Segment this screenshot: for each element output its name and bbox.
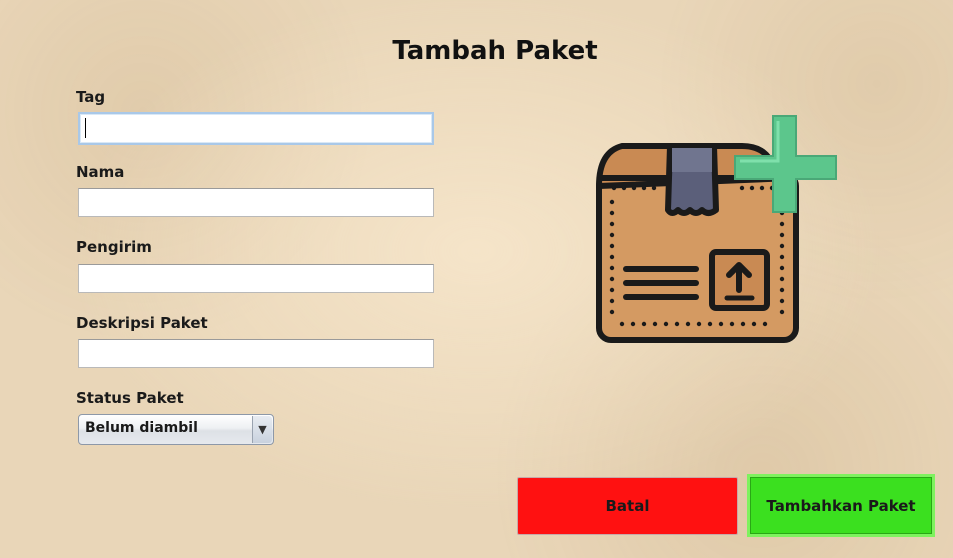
text-caret <box>85 118 86 138</box>
status-label: Status Paket <box>76 389 184 407</box>
pengirim-label: Pengirim <box>76 238 152 256</box>
cancel-button-label: Batal <box>605 497 650 515</box>
cancel-button[interactable]: Batal <box>517 477 738 535</box>
add-package-button[interactable]: Tambahkan Paket <box>747 474 935 537</box>
dropdown-arrow-icon[interactable]: ▼ <box>252 416 272 443</box>
page-title: Tambah Paket <box>392 36 598 66</box>
tag-input[interactable] <box>78 112 434 145</box>
status-select[interactable]: Belum diambil ▼ <box>78 414 274 445</box>
box-tape-highlight <box>672 148 712 172</box>
deskripsi-label: Deskripsi Paket <box>76 314 208 332</box>
package-add-icon <box>596 115 837 343</box>
tag-label: Tag <box>76 88 106 106</box>
pengirim-input[interactable] <box>78 264 434 293</box>
deskripsi-input[interactable] <box>78 339 434 368</box>
nama-label: Nama <box>76 163 125 181</box>
status-selected-value: Belum diambil <box>85 420 198 436</box>
nama-input[interactable] <box>78 188 434 217</box>
add-package-button-label: Tambahkan Paket <box>766 496 916 515</box>
